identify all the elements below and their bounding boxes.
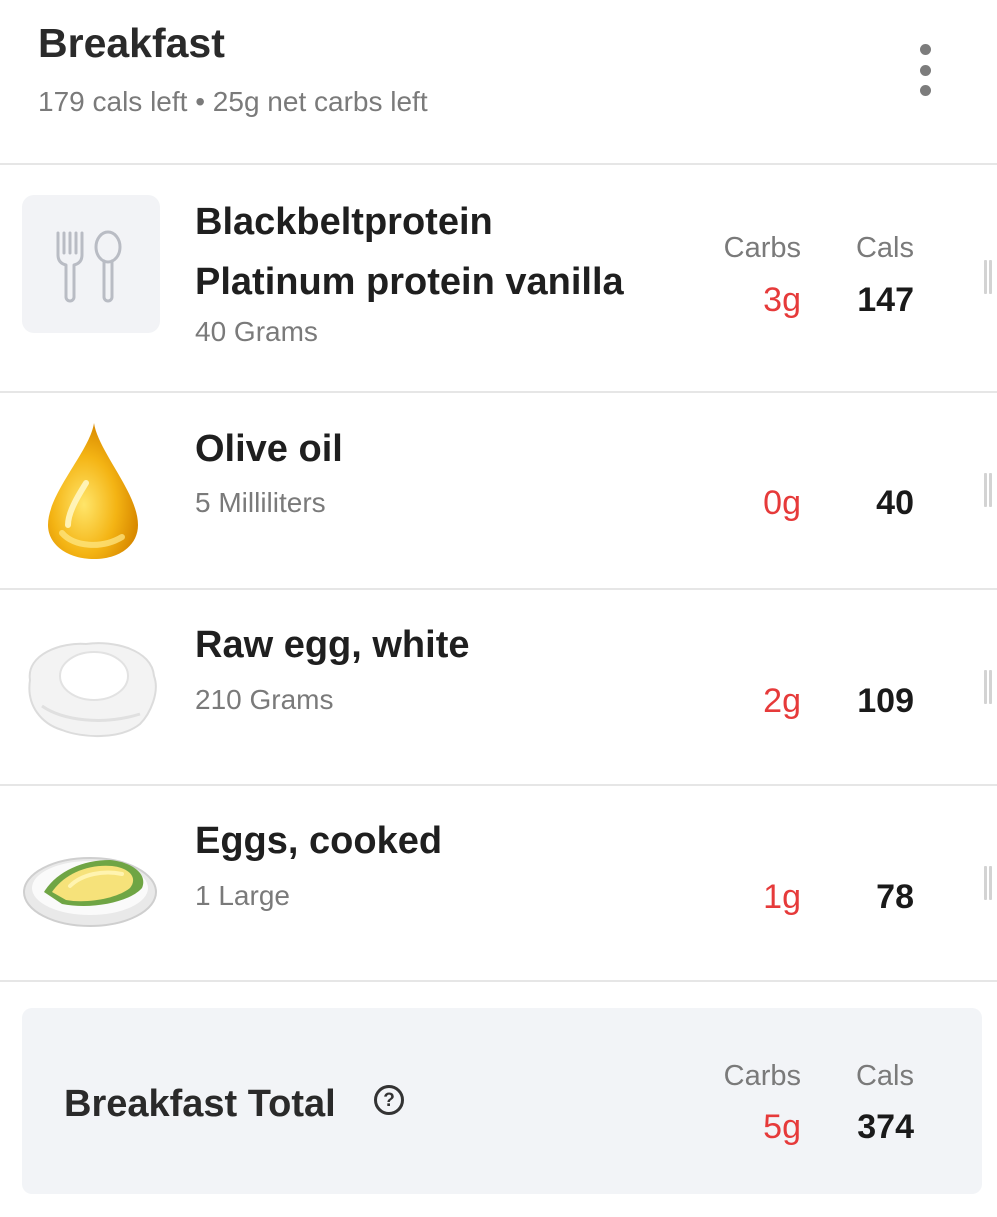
cals-left-text: 179 cals left (38, 86, 188, 117)
food-name: Olive oil (195, 428, 343, 470)
meal-title: Breakfast (38, 20, 225, 66)
net-carbs-left-text: 25g net carbs left (212, 86, 428, 117)
drag-handle[interactable] (984, 473, 994, 507)
carbs-column-header: Carbs (723, 232, 801, 264)
food-row-egg-white[interactable]: Raw egg, white 210 Grams 2g 109 (0, 590, 997, 786)
total-label: Breakfast Total (64, 1083, 336, 1125)
food-amount: 40 Grams (195, 316, 318, 347)
food-amount: 1 Large (195, 880, 290, 911)
drag-handle[interactable] (984, 260, 994, 294)
food-name: Eggs, cooked (195, 820, 443, 862)
more-menu-button[interactable] (905, 44, 945, 96)
total-carbs: 5g (763, 1108, 801, 1146)
drag-handle[interactable] (984, 670, 994, 704)
oil-drop-icon (22, 421, 160, 559)
food-name: Raw egg, white (195, 624, 470, 666)
food-carbs: 3g (763, 281, 801, 319)
more-vertical-icon (919, 44, 931, 55)
food-cals: 109 (857, 682, 914, 720)
food-amount: 210 Grams (195, 684, 334, 715)
fork-spoon-icon (22, 195, 160, 333)
food-carbs: 0g (763, 484, 801, 522)
food-amount: 5 Milliliters (195, 487, 326, 518)
food-cals: 78 (876, 878, 914, 916)
total-cals-header: Cals (855, 1060, 914, 1092)
meal-remaining: 179 cals left • 25g net carbs left (38, 86, 428, 118)
food-cals: 40 (876, 484, 914, 522)
food-row-olive-oil[interactable]: Olive oil 5 Milliliters 0g 40 (0, 393, 997, 590)
food-cals: 147 (857, 281, 914, 319)
drag-handle[interactable] (984, 866, 994, 900)
food-row-protein[interactable]: Blackbeltprotein Platinum protein vanill… (0, 165, 997, 393)
egg-white-icon (22, 614, 160, 752)
cals-column-header: Cals (855, 232, 914, 264)
food-carbs: 1g (763, 878, 801, 916)
separator-dot: • (195, 86, 206, 117)
food-carbs: 2g (763, 682, 801, 720)
cooked-eggs-icon (22, 816, 160, 954)
food-name: Blackbeltprotein Platinum protein vanill… (195, 201, 624, 303)
total-carbs-header: Carbs (723, 1060, 801, 1092)
total-cals: 374 (857, 1108, 914, 1146)
food-row-eggs-cooked[interactable]: Eggs, cooked 1 Large 1g 78 (0, 786, 997, 982)
meal-header: Breakfast 179 cals left • 25g net carbs … (0, 0, 997, 165)
help-icon[interactable]: ? (374, 1085, 404, 1115)
meal-total-card: Breakfast Total ? Carbs Cals 5g 374 (22, 1008, 982, 1194)
